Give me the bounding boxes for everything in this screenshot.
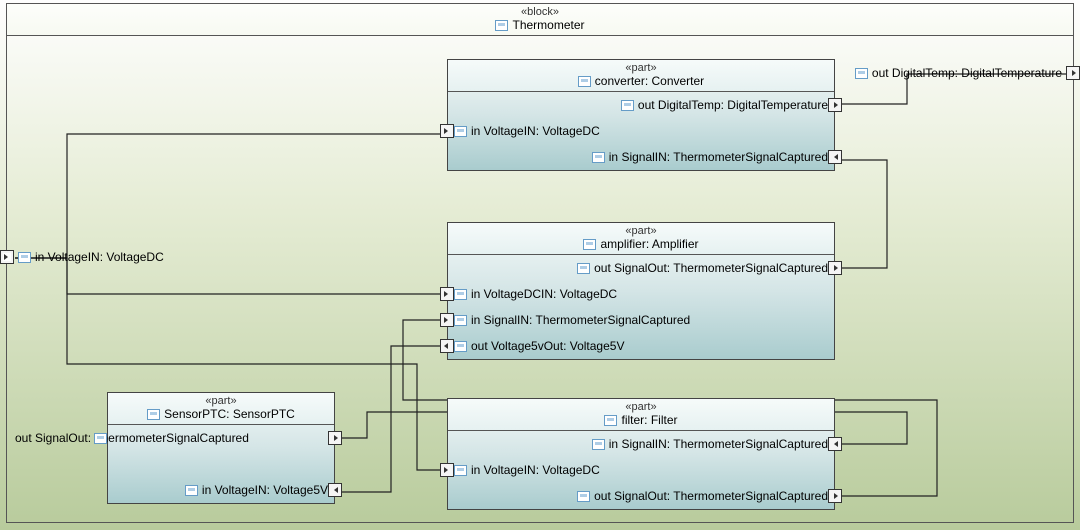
part-name: SensorPTC: SensorPTC [164,407,295,421]
port-in-icon [0,250,14,264]
port-label: in SignalIN: ThermometerSignalCaptured [471,313,690,327]
property-icon [454,341,467,352]
outer-port-voltagein[interactable]: in VoltageIN: VoltageDC [0,250,164,264]
part-header: «part» amplifier: Amplifier [448,223,834,255]
property-icon [454,315,467,326]
property-icon [18,252,31,263]
part-converter[interactable]: «part» converter: Converter out DigitalT… [447,59,835,171]
port-label: out Voltage5vOut: Voltage5V [471,339,624,353]
property-icon [454,289,467,300]
port-label: in SignalIN: ThermometerSignalCaptured [609,437,828,451]
part-header: «part» SensorPTC: SensorPTC [108,393,334,425]
filter-port-signalout[interactable]: out SignalOut: ThermometerSignalCaptured [448,483,834,509]
port-out-icon [440,339,454,353]
part-name: converter: Converter [595,74,704,88]
sensor-port-signalout[interactable]: out SignalOut: ThermometerSignalCaptured [108,425,334,451]
port-label: in VoltageIN: VoltageDC [471,124,600,138]
part-filter[interactable]: «part» filter: Filter in SignalIN: Therm… [447,398,835,510]
block-header: «block» Thermometer [7,4,1073,36]
part-name: amplifier: Amplifier [600,237,698,251]
converter-port-voltagein[interactable]: in VoltageIN: VoltageDC [448,118,834,144]
property-icon [855,68,868,79]
part-name: filter: Filter [621,413,677,427]
converter-port-signalin[interactable]: in SignalIN: ThermometerSignalCaptured [448,144,834,170]
port-label: in VoltageIN: VoltageDC [35,250,164,264]
part-stereotype: «part» [108,395,334,407]
amplifier-port-voltage5vout[interactable]: out Voltage5vOut: Voltage5V [448,333,834,359]
block-icon [495,20,508,31]
property-icon [592,439,605,450]
port-out-icon [828,98,842,112]
property-icon [94,433,107,444]
port-in-icon [328,483,342,497]
filter-port-voltagein[interactable]: in VoltageIN: VoltageDC [448,457,834,483]
port-label: out SignalOut: ThermometerSignalCaptured [15,431,249,445]
port-label: in VoltageIN: Voltage5V [202,483,328,497]
amplifier-port-signalin[interactable]: in SignalIN: ThermometerSignalCaptured [448,307,834,333]
port-in-icon [828,150,842,164]
amplifier-port-voltagedcin[interactable]: in VoltageDCIN: VoltageDC [448,281,834,307]
sensor-port-voltagein[interactable]: in VoltageIN: Voltage5V [108,477,334,503]
part-header: «part» filter: Filter [448,399,834,431]
block-icon [583,239,596,250]
block-icon [578,76,591,87]
block-icon [147,409,160,420]
port-out-icon [1066,66,1080,80]
port-in-icon [440,287,454,301]
port-label: out DigitalTemp: DigitalTemperature [638,98,828,112]
port-in-icon [440,463,454,477]
amplifier-port-signalout[interactable]: out SignalOut: ThermometerSignalCaptured [448,255,834,281]
port-label: in VoltageDCIN: VoltageDC [471,287,617,301]
port-in-icon [828,437,842,451]
block-icon [604,415,617,426]
property-icon [185,485,198,496]
property-icon [454,465,467,476]
port-label: out DigitalTemp: DigitalTemperature [872,66,1062,80]
converter-port-digitaltemp-out[interactable]: out DigitalTemp: DigitalTemperature [448,92,834,118]
port-out-icon [828,489,842,503]
property-icon [592,152,605,163]
part-header: «part» converter: Converter [448,60,834,92]
port-label: in SignalIN: ThermometerSignalCaptured [609,150,828,164]
port-out-icon [828,261,842,275]
part-stereotype: «part» [448,225,834,237]
property-icon [454,126,467,137]
property-icon [577,263,590,274]
part-sensor[interactable]: «part» SensorPTC: SensorPTC out SignalOu… [107,392,335,504]
part-stereotype: «part» [448,62,834,74]
block-stereotype: «block» [7,6,1073,18]
port-label: out SignalOut: ThermometerSignalCaptured [594,261,828,275]
port-label: out SignalOut: ThermometerSignalCaptured [594,489,828,503]
filter-port-signalin[interactable]: in SignalIN: ThermometerSignalCaptured [448,431,834,457]
property-icon [621,100,634,111]
part-stereotype: «part» [448,401,834,413]
block-name: Thermometer [512,18,584,32]
port-label: in VoltageIN: VoltageDC [471,463,600,477]
property-icon [577,491,590,502]
port-out-icon [328,431,342,445]
part-amplifier[interactable]: «part» amplifier: Amplifier out SignalOu… [447,222,835,360]
port-in-icon [440,124,454,138]
outer-port-digitaltemp[interactable]: out DigitalTemp: DigitalTemperature [855,66,1080,80]
port-in-icon [440,313,454,327]
block-thermometer: «block» Thermometer i [6,3,1074,523]
